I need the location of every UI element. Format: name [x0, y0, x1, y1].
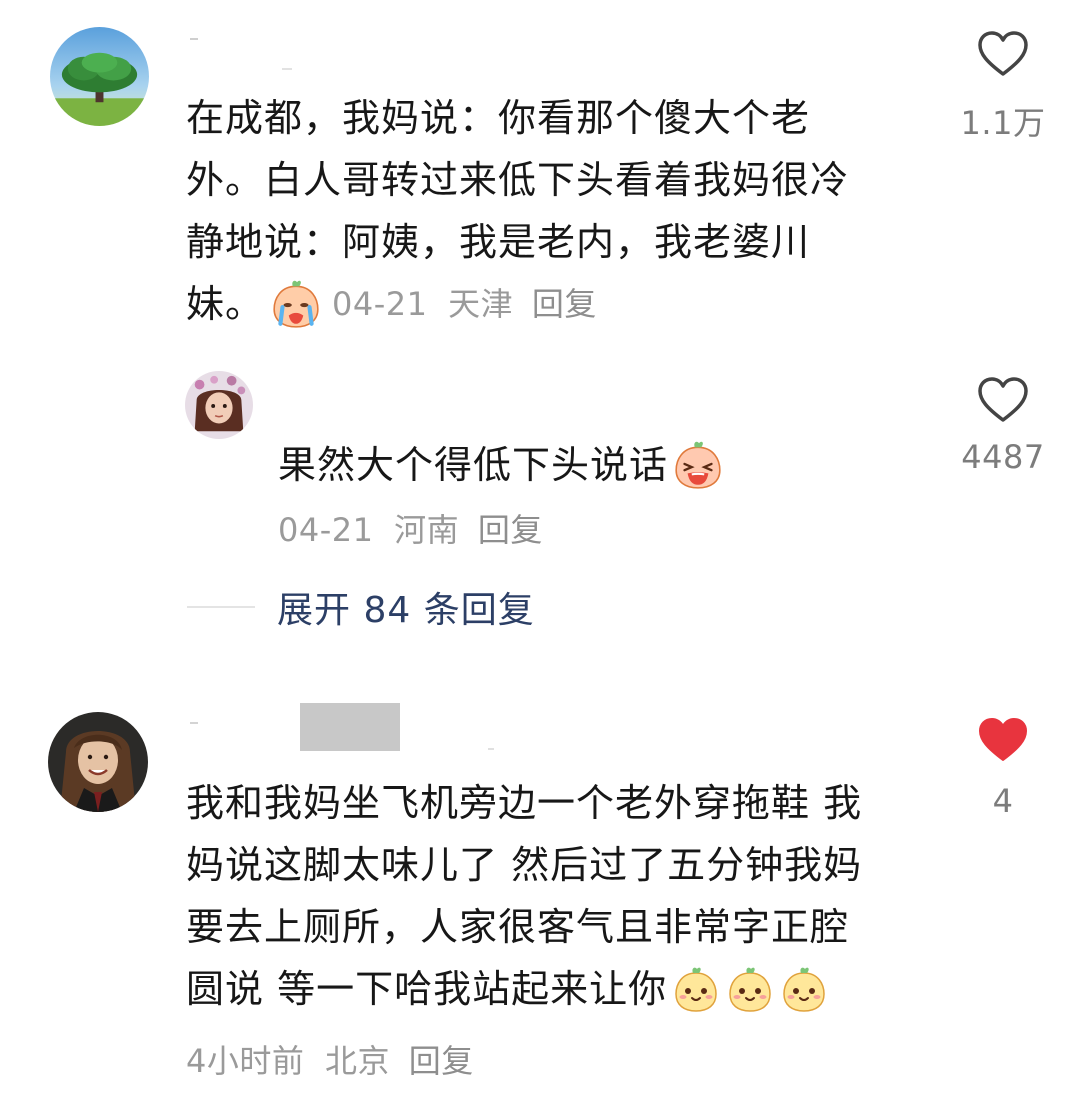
reply-meta: 04-21 河南 回复 [278, 505, 543, 551]
crying-face-emoji [270, 278, 322, 330]
like-button[interactable]: 1.1万 [958, 30, 1048, 144]
reply-button[interactable]: 回复 [532, 285, 597, 323]
divider [187, 606, 255, 608]
comment-line: 要去上厕所，人家很客气且非常字正腔 [186, 905, 850, 949]
smiling-face-emoji [671, 964, 721, 1014]
laughing-face-emoji [672, 439, 724, 491]
comment-time: 4小时前 [186, 1042, 305, 1080]
username-dash [488, 748, 494, 750]
username-dash [282, 68, 292, 70]
reply-button[interactable]: 回复 [478, 511, 543, 549]
comment-text: 我和我妈坐飞机旁边一个老外穿拖鞋 我 妈说这脚太味儿了 然后过了五分钟我妈 要去… [186, 772, 916, 1020]
comment-meta: 04-21 天津 回复 [332, 273, 597, 335]
like-count: 1.1万 [960, 104, 1046, 142]
comment-line: 我和我妈坐飞机旁边一个老外穿拖鞋 我 [186, 781, 863, 825]
like-button[interactable]: 4 [958, 716, 1048, 820]
comment-line: 静地说：阿姨，我是老内，我老婆川 [186, 220, 811, 264]
reply-button[interactable]: 回复 [409, 1042, 474, 1080]
comment-line: 妈说这脚太味儿了 然后过了五分钟我妈 [186, 843, 863, 887]
comment-line: 妹。 [186, 282, 265, 326]
reply-date: 04-21 [278, 511, 374, 549]
comment-text: 在成都，我妈说：你看那个傻大个老 外。白人哥转过来低下头看着我妈很冷 静地说：阿… [186, 87, 906, 335]
censored-username [300, 703, 400, 751]
comment-meta: 4小时前 北京 回复 [186, 1036, 474, 1082]
like-button[interactable]: 4487 [958, 376, 1048, 476]
expand-replies-label: 展开 84 条回复 [277, 590, 535, 631]
avatar[interactable] [185, 371, 253, 439]
heart-filled-icon [979, 718, 1027, 761]
username-dash [190, 722, 198, 724]
reply-text: 果然大个得低下头说话 [278, 434, 724, 496]
comment-line: 外。白人哥转过来低下头看着我妈很冷 [186, 158, 850, 202]
avatar[interactable] [48, 712, 148, 812]
smiling-face-emoji [725, 964, 775, 1014]
reply-location: 河南 [394, 511, 460, 549]
comment-line: 圆说 等一下哈我站起来让你 [186, 967, 668, 1011]
heart-outline-icon [978, 31, 1028, 76]
heart-outline-icon [978, 377, 1028, 422]
comment-location: 天津 [448, 285, 514, 323]
avatar[interactable] [50, 27, 149, 126]
like-count: 4487 [961, 438, 1045, 476]
smiling-face-emoji [779, 964, 829, 1014]
username-dash [190, 38, 198, 40]
comment-date: 04-21 [332, 285, 428, 323]
comment-location: 北京 [325, 1042, 391, 1080]
like-count: 4 [992, 782, 1014, 820]
comment-line: 在成都，我妈说：你看那个傻大个老 [186, 96, 811, 140]
expand-replies-button[interactable]: 展开 84 条回复 [187, 585, 535, 631]
